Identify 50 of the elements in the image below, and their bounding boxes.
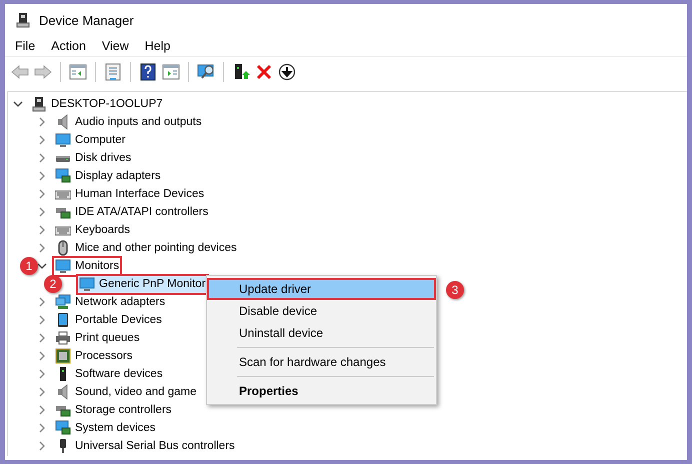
network-icon [55,294,71,310]
tree-item[interactable]: Software devices [52,364,166,384]
properties-icon[interactable] [104,63,122,81]
tablet-icon [55,312,71,328]
menu-item[interactable]: Help [144,39,170,53]
tree-item[interactable]: System devices [52,418,159,438]
tower-arrow-icon[interactable] [232,63,250,81]
monitor-icon [55,258,71,274]
menu-item[interactable]: Action [51,39,86,53]
monitor-icon [79,276,95,292]
tree-item[interactable]: Sound, video and game [52,382,200,402]
computer-icon [15,12,31,28]
tree-item[interactable]: Portable Devices [52,310,165,330]
menu-item[interactable]: Scan for hardware changes [207,351,436,373]
step-badge: 3 [446,281,464,299]
processor-icon [55,348,71,364]
menu-item[interactable]: Disable device [207,300,436,322]
menu-item[interactable]: View [102,39,129,53]
pane-icon[interactable] [162,63,180,81]
tree-item[interactable]: Print queues [52,328,143,348]
computer-icon [31,96,47,112]
tree-item[interactable]: Processors [52,346,136,366]
tree-item[interactable]: Human Interface Devices [52,184,208,204]
x-icon[interactable] [255,63,273,81]
menu-item[interactable]: File [15,39,36,53]
menu-item[interactable]: Properties [207,380,436,402]
tree-item[interactable]: Storage controllers [52,400,175,420]
tree-item[interactable]: Generic PnP Monitor [76,274,209,294]
tree-item[interactable]: Network adapters [52,292,168,312]
printer-icon [55,330,71,346]
down-arrow-circle-icon[interactable] [278,63,296,81]
monitor-card-icon [55,168,71,184]
monitor-card-icon [55,420,71,436]
tree-item[interactable]: IDE ATA/ATAPI controllers [52,202,212,222]
monitor-magnifier-icon[interactable] [197,63,215,81]
help-icon[interactable] [139,63,157,81]
monitor-icon [55,132,71,148]
tree-item[interactable]: DESKTOP-1OOLUP7 [28,94,166,114]
tree-item[interactable]: Disk drives [52,148,134,168]
window-title: Device Manager [39,12,134,28]
tree-item[interactable]: Keyboards [52,220,133,240]
tree-item[interactable]: Computer [52,130,128,150]
tree-item[interactable]: Audio inputs and outputs [52,112,205,132]
step-badge: 2 [44,275,62,293]
tree-item[interactable]: Display adapters [52,166,164,186]
tree-item[interactable]: Universal Serial Bus controllers [52,436,238,456]
menu-item[interactable]: Uninstall device [207,322,436,344]
pane-icon[interactable] [69,63,87,81]
tree-item[interactable]: Mice and other pointing devices [52,238,240,258]
step-badge: 1 [20,257,38,275]
